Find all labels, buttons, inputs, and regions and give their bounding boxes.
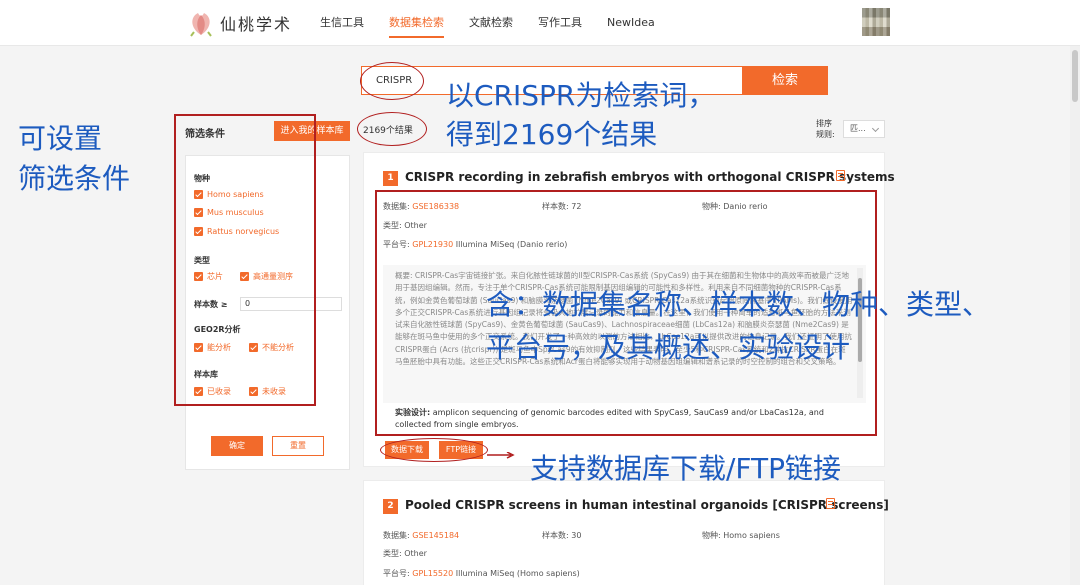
page-scrollbar-thumb[interactable] (1072, 50, 1078, 102)
nav-dataset-search[interactable]: 数据集检索 (389, 0, 444, 46)
document-icon[interactable] (836, 170, 845, 181)
platform-field: 平台号: GPL15520 Illumina MiSeq (Homo sapie… (383, 569, 580, 578)
filter-highlight-box (174, 114, 316, 406)
species-field: 物种: Homo sapiens (702, 531, 780, 540)
top-header: 仙桃学术 生信工具 数据集检索 文献检索 写作工具 NewIdea (0, 0, 1080, 46)
peach-logo-icon (190, 13, 212, 37)
search-annotation-line1: 以CRISPR为检索词， (446, 79, 716, 112)
filter-annotation-line1: 可设置 (18, 122, 103, 155)
search-annotation-line2: 得到2169个结果 (446, 118, 658, 151)
nav-newidea[interactable]: NewIdea (607, 0, 655, 46)
card-annotation-line1: 含：数据集名称、样本数、物种、类型、 (486, 288, 991, 321)
main-nav: 生信工具 数据集检索 文献检索 写作工具 NewIdea (320, 0, 680, 46)
filter-reset-button[interactable]: 重置 (272, 436, 324, 456)
result-title[interactable]: Pooled CRISPR screens in human intestina… (405, 498, 889, 512)
samples-field: 样本数: 30 (542, 531, 582, 540)
user-avatar[interactable] (862, 8, 890, 36)
page-scrollbar[interactable] (1070, 46, 1080, 585)
nav-writing-tools[interactable]: 写作工具 (538, 0, 582, 46)
type-field: 类型: Other (383, 549, 427, 558)
result-title[interactable]: CRISPR recording in zebrafish embryos wi… (405, 170, 895, 184)
arrow-right-icon (487, 452, 515, 459)
platform-link[interactable]: GPL15520 (412, 569, 453, 578)
sort-label: 排序规则: (816, 119, 835, 139)
nav-literature-search[interactable]: 文献检索 (469, 0, 513, 46)
card-annotation-line2: 平台号，及其概述、实验设计 (486, 331, 851, 364)
sort-select[interactable]: 匹... (843, 120, 885, 138)
search-button[interactable]: 检索 (742, 66, 828, 95)
filter-confirm-button[interactable]: 确定 (211, 436, 263, 456)
dataset-field: 数据集: GSE145184 (383, 531, 460, 540)
nav-bioinfo-tools[interactable]: 生信工具 (320, 0, 364, 46)
result-count-highlight (357, 112, 427, 146)
logo-text: 仙桃学术 (220, 15, 293, 34)
result-index-badge: 1 (383, 171, 398, 186)
filter-annotation-line2: 筛选条件 (18, 162, 131, 195)
result-index-badge: 2 (383, 499, 398, 514)
search-query-highlight (360, 62, 424, 100)
document-icon[interactable] (826, 498, 835, 509)
download-buttons-highlight (380, 438, 488, 462)
download-annotation: 支持数据库下载/FTP链接 (530, 452, 842, 485)
dataset-link[interactable]: GSE145184 (412, 531, 459, 540)
logo[interactable]: 仙桃学术 (186, 8, 296, 38)
